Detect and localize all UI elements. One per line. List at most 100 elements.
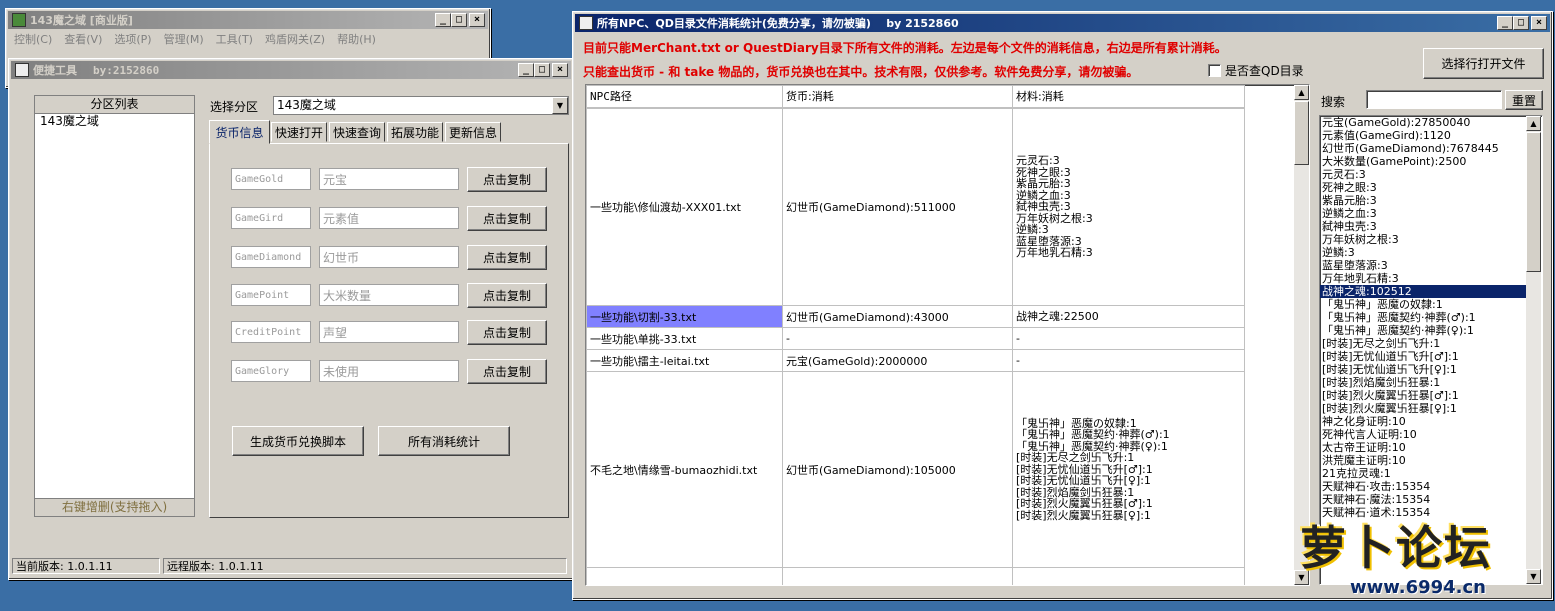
currency-code-field[interactable]: CreditPoint [231,321,311,343]
summary-item[interactable]: 天赋神石·魔法:15354 [1320,493,1526,506]
cell-materials[interactable]: - [1012,349,1245,372]
currency-code-field[interactable]: GamePoint [231,284,311,306]
menu-gateway[interactable]: 鸡盾网关(Z) [265,31,325,47]
empty-cell[interactable] [782,567,1013,585]
copy-button[interactable]: 点击复制 [467,359,547,384]
menu-tools[interactable]: 工具(T) [216,31,253,47]
generate-script-button[interactable]: 生成货币兑换脚本 [232,426,364,456]
cell-path[interactable]: 不毛之地\情缘雪-bumaozhidi.txt [586,371,783,568]
currency-code-field[interactable]: GameGird [231,207,311,229]
close-button[interactable]: × [1531,16,1547,30]
cell-currency[interactable]: 幻世币(GameDiamond):43000 [782,305,1013,328]
cell-currency[interactable]: 元宝(GameGold):2000000 [782,349,1013,372]
summary-item[interactable]: 万年妖树之根:3 [1320,233,1526,246]
column-header-currency[interactable]: 货币:消耗 [782,85,1013,109]
cell-path[interactable]: 一些功能\擂主-leitai.txt [586,349,783,372]
summary-item[interactable]: [时装]烈火魔翼卐狂暴[♂]:1 [1320,389,1526,402]
copy-button[interactable]: 点击复制 [467,245,547,270]
tab-quick-query[interactable]: 快速查询 [329,122,385,142]
menu-options[interactable]: 选项(P) [114,31,151,47]
currency-code-field[interactable]: GameDiamond [231,246,311,268]
partition-list-item[interactable]: 143魔之域 [35,114,194,129]
maximize-button[interactable]: □ [451,13,467,27]
tab-quick-open[interactable]: 快速打开 [271,122,327,142]
summary-item[interactable]: 逆鳞之血:3 [1320,207,1526,220]
currency-name-field[interactable]: 声望 [319,321,459,343]
currency-name-field[interactable]: 大米数量 [319,284,459,306]
summary-item[interactable]: 万年地乳石精:3 [1320,272,1526,285]
summary-item[interactable]: 战神之魂:102512 [1320,285,1526,298]
summary-item[interactable]: 天赋神石·道术:15354 [1320,506,1526,519]
summary-item[interactable]: 元灵石:3 [1320,168,1526,181]
all-stats-button[interactable]: 所有消耗统计 [378,426,510,456]
scroll-up-arrow-icon[interactable]: ▲ [1526,116,1541,131]
summary-item[interactable]: 元宝(GameGold):27850040 [1320,116,1526,129]
maximize-button[interactable]: □ [1513,16,1529,30]
tab-update-info[interactable]: 更新信息 [445,122,501,142]
search-input[interactable] [1366,90,1502,109]
cell-currency[interactable]: 幻世币(GameDiamond):105000 [782,371,1013,568]
minimize-button[interactable]: _ [1497,16,1513,30]
maximize-button[interactable]: □ [534,63,550,77]
copy-button[interactable]: 点击复制 [467,167,547,192]
checkbox-box[interactable] [1208,64,1221,77]
copy-button[interactable]: 点击复制 [467,283,547,308]
summary-item[interactable]: 神之化身证明:10 [1320,415,1526,428]
menu-help[interactable]: 帮助(H) [337,31,376,47]
minimize-button[interactable]: _ [518,63,534,77]
column-header-materials[interactable]: 材料:消耗 [1012,85,1245,109]
scroll-up-arrow-icon[interactable]: ▲ [1294,85,1309,100]
minimize-button[interactable]: _ [435,13,451,27]
currency-code-field[interactable]: GameGlory [231,360,311,382]
cell-materials[interactable]: 元灵石:3 死神之眼:3 紫晶元胎:3 逆鳞之血:3 弑神虫壳:3 万年妖树之根:3 逆鳞:… [1012,107,1245,306]
currency-name-field[interactable]: 元宝 [319,168,459,190]
table-row[interactable]: 一些功能\修仙渡劫-XXX01.txt 幻世币(GameDiamond):5110… [586,107,1245,306]
scroll-thumb[interactable] [1526,132,1541,272]
currency-name-field[interactable]: 幻世币 [319,246,459,268]
cell-path[interactable]: 一些功能\切割-33.txt [586,305,783,328]
table-scrollbar[interactable]: ▲ ▼ [1294,85,1309,585]
close-button[interactable]: × [469,13,485,27]
currency-code-field[interactable]: GameGold [231,168,311,190]
summary-item[interactable]: 「鬼卐神」恶魔契约·神葬(♂):1 [1320,311,1526,324]
cell-currency[interactable]: 幻世币(GameDiamond):511000 [782,107,1013,306]
partition-select[interactable]: 143魔之域 ▼ [273,96,569,115]
table-row[interactable]: 一些功能\擂主-leitai.txt 元宝(GameGold):2000000- [586,349,1245,372]
summary-item[interactable]: 弑神虫壳:3 [1320,220,1526,233]
copy-button[interactable]: 点击复制 [467,206,547,231]
summary-item[interactable]: 蓝星堕落源:3 [1320,259,1526,272]
open-selected-file-button[interactable]: 选择行打开文件 [1423,48,1544,79]
table-row[interactable] [586,567,1245,585]
summary-item[interactable]: [时装]烈焰魔剑卐狂暴:1 [1320,376,1526,389]
currency-name-field[interactable]: 未使用 [319,360,459,382]
scroll-thumb[interactable] [1294,101,1309,165]
table-row[interactable]: 一些功能\切割-33.txt 幻世币(GameDiamond):43000 战神之魂… [586,305,1245,328]
summary-item[interactable]: [时装]无忧仙道卐飞升[♀]:1 [1320,363,1526,376]
summary-item[interactable]: 幻世币(GameDiamond):7678445 [1320,142,1526,155]
cell-materials[interactable]: 战神之魂:22500 [1012,305,1245,328]
empty-cell[interactable] [586,567,783,585]
summary-item[interactable]: 「鬼卐神」恶魔契约·神葬(♀):1 [1320,324,1526,337]
summary-item[interactable]: 大米数量(GamePoint):2500 [1320,155,1526,168]
cell-materials[interactable]: - [1012,327,1245,350]
summary-item[interactable]: 太古帝王证明:10 [1320,441,1526,454]
tab-extensions[interactable]: 拓展功能 [387,122,443,142]
cell-path[interactable]: 一些功能\修仙渡劫-XXX01.txt [586,107,783,306]
cell-materials[interactable]: 「鬼卐神」恶魔の奴隸:1 「鬼卐神」恶魔契约·神葬(♂):1 「鬼卐神」恶魔契约·神… [1012,371,1245,568]
summary-item[interactable]: 逆鳞:3 [1320,246,1526,259]
summary-item[interactable]: 紫晶元胎:3 [1320,194,1526,207]
table-row[interactable]: 一些功能\单挑-33.txt - - [586,327,1245,350]
summary-item[interactable]: 死神代言人证明:10 [1320,428,1526,441]
menu-view[interactable]: 查看(V) [64,31,102,47]
main-window-titlebar[interactable]: 143魔之域 [商业版] _ □ × [8,11,488,29]
close-button[interactable]: × [552,63,568,77]
summary-item[interactable]: [时装]烈火魔翼卐狂暴[♀]:1 [1320,402,1526,415]
chevron-down-icon[interactable]: ▼ [552,97,568,114]
summary-item[interactable]: [时装]无忧仙道卐飞升[♂]:1 [1320,350,1526,363]
menu-control[interactable]: 控制(C) [14,31,52,47]
summary-item[interactable]: 洪荒魔主证明:10 [1320,454,1526,467]
stats-window-titlebar[interactable]: 所有NPC、QD目录文件消耗统计(免费分享，请勿被骗) by 2152860 _… [575,14,1550,32]
summary-item[interactable]: [时装]无尽之剑卐飞升:1 [1320,337,1526,350]
summary-item[interactable]: 元素值(GameGird):1120 [1320,129,1526,142]
summary-item[interactable]: 「鬼卐神」恶魔の奴隸:1 [1320,298,1526,311]
